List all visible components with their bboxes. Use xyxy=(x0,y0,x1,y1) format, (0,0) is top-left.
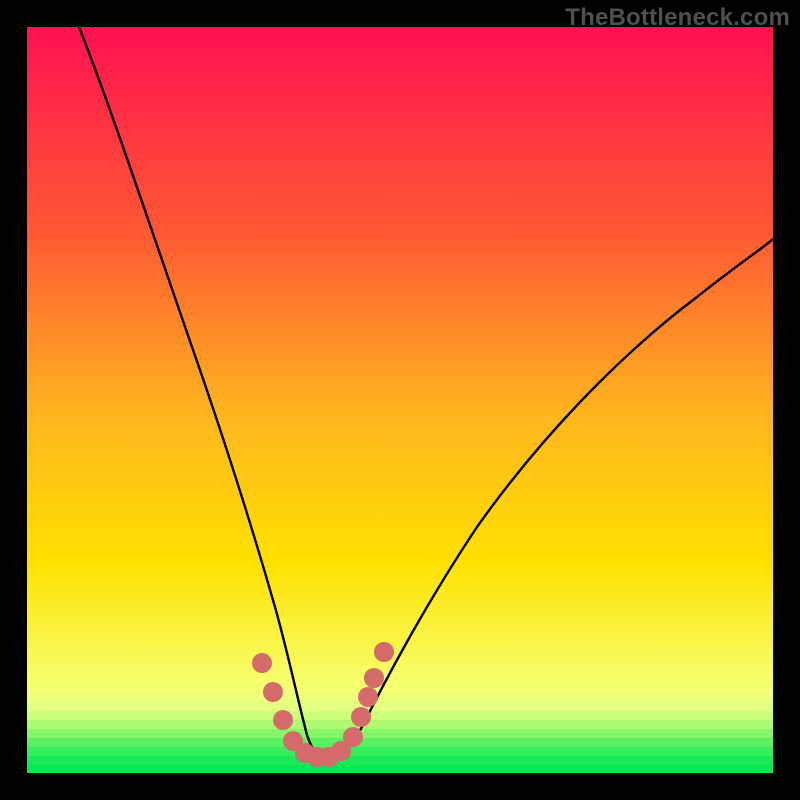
highlight-dots-group xyxy=(252,642,394,767)
highlight-dots-layer xyxy=(27,27,773,773)
highlight-dot xyxy=(273,710,293,730)
highlight-dot xyxy=(364,668,384,688)
highlight-dot xyxy=(374,642,394,662)
highlight-dot xyxy=(252,653,272,673)
highlight-dot xyxy=(263,682,283,702)
highlight-dot xyxy=(351,707,371,727)
chart-frame: TheBottleneck.com xyxy=(0,0,800,800)
plot-area xyxy=(27,27,773,773)
highlight-dot xyxy=(358,687,378,707)
highlight-dot xyxy=(343,727,363,747)
